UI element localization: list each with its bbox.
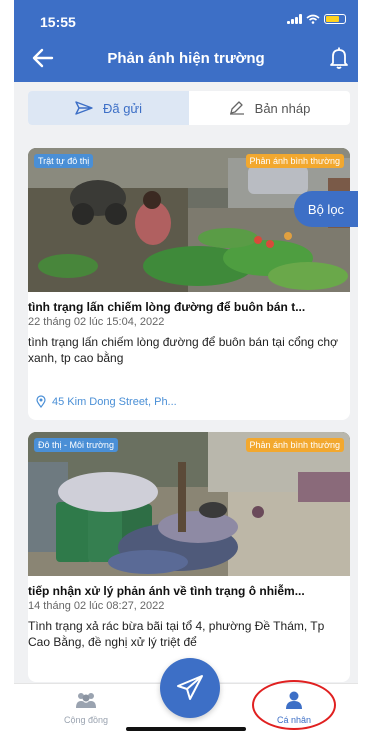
tab-sent[interactable]: Đã gửi [28, 91, 189, 125]
report-date: 22 tháng 02 lúc 15:04, 2022 [28, 316, 165, 328]
tab-drafts-label: Bản nháp [254, 100, 311, 116]
people-icon [76, 693, 96, 708]
nav-community[interactable]: Cộng đồng [46, 690, 126, 725]
report-description: Tình trạng xả rác bừa bãi tại tổ 4, phườ… [28, 619, 325, 649]
status-time: 15:55 [40, 14, 76, 30]
category-badge: Trật tự đô thị [34, 154, 94, 168]
person-icon [286, 691, 302, 709]
tab-sent-label: Đã gửi [102, 100, 143, 116]
nav-community-label: Cộng đồng [63, 715, 109, 725]
signal-icon [287, 14, 302, 24]
tab-drafts[interactable]: Bản nháp [189, 91, 350, 125]
filter-button[interactable]: Bộ lọc [294, 191, 358, 227]
type-badge: Phản ánh bình thường [245, 438, 344, 452]
report-photo-garbage: Đô thị - Môi trường Phản ánh bình thường [28, 432, 350, 576]
report-title: tiếp nhận xử lý phản ánh về tình trạng ô… [28, 584, 305, 598]
pencil-icon [229, 101, 244, 115]
phone-screen: 15:55 Phản ánh hiện trường Đã gửi Bản nh… [14, 0, 358, 733]
status-icons [287, 14, 346, 24]
bell-icon[interactable] [328, 46, 350, 70]
paper-plane-icon [177, 675, 203, 700]
category-badge: Đô thị - Môi trường [34, 438, 118, 452]
nav-profile[interactable]: Cá nhân [254, 690, 334, 725]
page-title: Phản ánh hiện trường [107, 50, 265, 67]
report-address[interactable]: 45 Kim Dong Street, Ph... [36, 395, 177, 408]
send-report-button[interactable] [160, 658, 220, 718]
report-title: tình trạng lấn chiếm lòng đường để buôn … [28, 300, 306, 314]
report-description: tình trạng lấn chiếm lòng đường để buôn … [28, 335, 338, 365]
report-date: 14 tháng 02 lúc 08:27, 2022 [28, 600, 165, 612]
home-indicator [126, 727, 246, 731]
report-card[interactable]: Đô thị - Môi trường Phản ánh bình thường… [28, 432, 350, 682]
app-header: 15:55 Phản ánh hiện trường [14, 0, 358, 82]
send-icon [75, 101, 93, 115]
type-badge: Phản ánh bình thường [245, 154, 344, 168]
battery-icon [324, 14, 346, 24]
report-card[interactable]: Trật tự đô thị Phản ánh bình thường tình… [28, 148, 350, 420]
report-address-text: 45 Kim Dong Street, Ph... [52, 395, 177, 408]
wifi-icon [306, 14, 320, 24]
location-pin-icon [36, 395, 46, 408]
report-tabs: Đã gửi Bản nháp [28, 91, 350, 125]
nav-profile-label: Cá nhân [276, 715, 312, 725]
